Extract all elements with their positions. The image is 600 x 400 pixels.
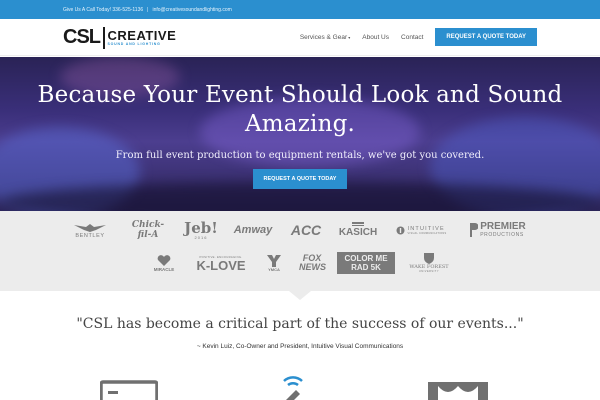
- client-sub: UNIVERSITY: [418, 270, 439, 273]
- premier-p-icon: [470, 223, 479, 237]
- ymca-y-icon: [267, 254, 281, 267]
- bentley-wings-icon: [74, 224, 106, 232]
- client-name: Jeb!: [184, 218, 218, 237]
- section-pointer-arrow: [289, 291, 311, 300]
- client-logo-amway: Amway: [230, 224, 276, 236]
- client-sub: 2016: [194, 234, 208, 240]
- client-name: FOX NEWS: [299, 253, 326, 272]
- client-logo-intuitive: INTUITIVE VISUAL COMMUNICATIONS: [390, 226, 452, 235]
- testimonial-quote: "CSL has become a critical part of the s…: [76, 316, 524, 332]
- top-contact-bar: Give Us A Call Today! 336-525-1136 | inf…: [0, 0, 600, 19]
- topbar-separator: |: [147, 6, 149, 13]
- header-request-quote-button[interactable]: REQUEST A QUOTE TODAY: [435, 28, 537, 46]
- client-logo-bentley: BENTLEY: [70, 221, 110, 239]
- client-logo-acc: ACC: [288, 222, 324, 238]
- client-name: Chick-fil-A: [131, 220, 165, 240]
- logo-csl-text: CSL: [63, 26, 101, 48]
- client-sub: PRODUCTIONS: [480, 232, 524, 238]
- site-header: CSL CREATIVE SOUND AND LIGHTING Services…: [0, 19, 600, 56]
- wake-forest-shield-icon: [424, 253, 434, 264]
- testimonial-attribution: ~ Kevin Luiz, Co-Owner and President, In…: [196, 343, 404, 350]
- hero-subtitle: From full event production to equipment …: [115, 150, 485, 161]
- client-name: YMCA: [268, 266, 280, 272]
- logo-subtitle: SOUND AND LIGHTING: [107, 42, 161, 46]
- client-name: MIRACLE: [153, 266, 175, 272]
- client-name: Amway: [233, 224, 273, 236]
- screen-icon: [100, 380, 158, 400]
- client-logo-miracle: MIRACLE: [149, 254, 179, 272]
- client-logo-chick-fil-a: Chick-fil-A: [126, 220, 170, 240]
- hero-title: Because Your Event Should Look and Sound…: [37, 82, 563, 137]
- client-name: K-LOVE: [196, 257, 246, 273]
- client-logo-kasich: KASICH: [338, 222, 378, 238]
- client-logo-wake-forest: WAKE FOREST UNIVERSITY: [407, 253, 451, 273]
- nav-about-us[interactable]: About Us: [362, 34, 389, 41]
- client-name: ACC: [290, 222, 322, 238]
- client-logo-color-me-rad: COLOR ME RAD 5K: [337, 252, 395, 274]
- nav-contact[interactable]: Contact: [401, 34, 423, 41]
- client-logo-ymca: YMCA: [263, 254, 285, 272]
- client-logo-premier: PREMIER PRODUCTIONS: [466, 222, 530, 238]
- intuitive-circle-icon: [396, 226, 405, 234]
- hero-banner: Because Your Event Should Look and Sound…: [0, 57, 600, 211]
- logo-wordmark: CREATIVE SOUND AND LIGHTING: [108, 29, 177, 46]
- miracle-heart-icon: [157, 254, 171, 266]
- stage-curtain-icon: [428, 382, 488, 400]
- wifi-tool-icon: [283, 376, 303, 400]
- call-text: Give Us A Call Today! 336-525-1136: [63, 6, 144, 13]
- site-logo[interactable]: CSL CREATIVE SOUND AND LIGHTING: [63, 26, 176, 49]
- client-name: KASICH: [338, 227, 378, 238]
- hero-request-quote-button[interactable]: REQUEST A QUOTE TODAY: [253, 169, 347, 189]
- logo-divider: [103, 26, 105, 49]
- client-logo-k-love: POSITIVE. ENCOURAGING. K-LOVE: [193, 255, 249, 272]
- nav-services-gear[interactable]: Services & Gear: [300, 34, 350, 41]
- client-logos-row: BENTLEY Chick-fil-A Jeb! 2016 Amway ACC …: [0, 220, 600, 240]
- client-logos-row: MIRACLE POSITIVE. ENCOURAGING. K-LOVE YM…: [0, 252, 600, 274]
- logo-creative-text: CREATIVE: [107, 28, 177, 43]
- client-name: BENTLEY: [75, 233, 105, 239]
- client-sub: VISUAL COMMUNICATIONS: [407, 231, 447, 235]
- email-link[interactable]: info@creativesoundandlighting.com: [152, 7, 231, 13]
- main-nav: Services & Gear About Us Contact REQUEST…: [300, 28, 537, 46]
- client-logo-jeb: Jeb! 2016: [184, 218, 218, 240]
- client-logos-section: BENTLEY Chick-fil-A Jeb! 2016 Amway ACC …: [0, 211, 600, 291]
- client-name: PREMIER: [480, 221, 526, 232]
- client-logo-fox-news: FOX NEWS: [297, 254, 327, 272]
- client-name: COLOR ME RAD 5K: [337, 252, 395, 274]
